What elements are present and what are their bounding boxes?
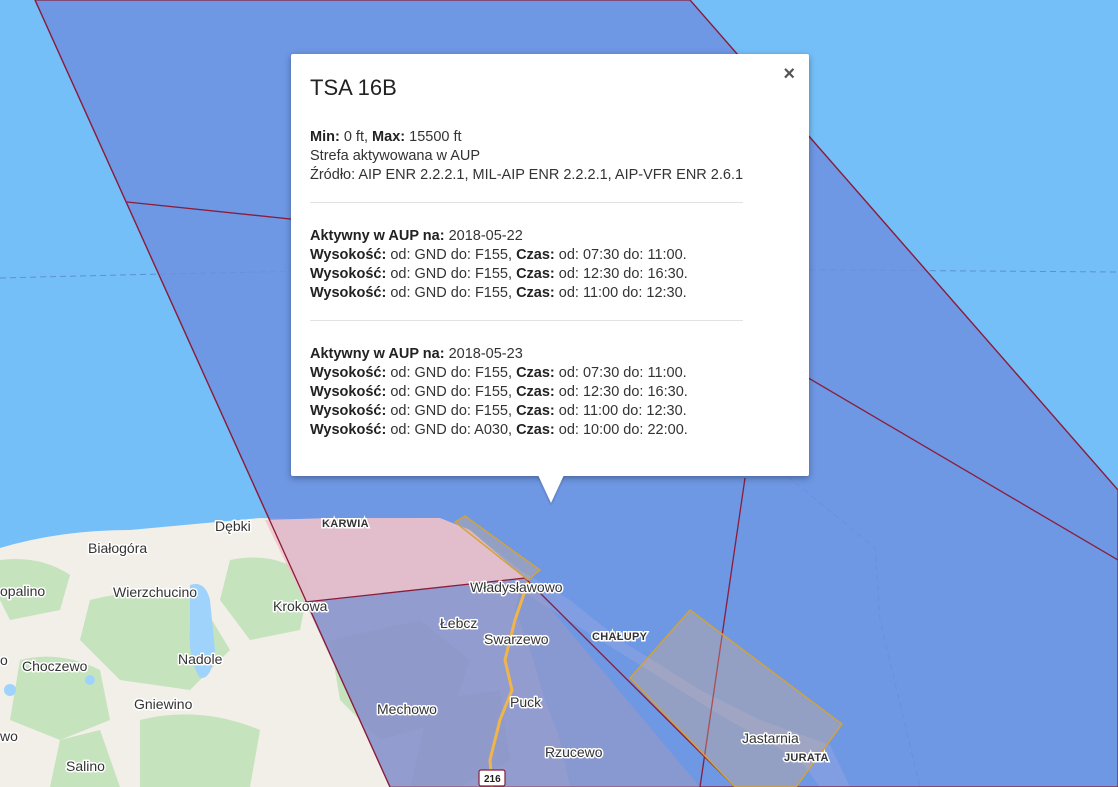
time-label: Czas: (516, 384, 555, 400)
height-label: Wysokość: (310, 384, 387, 400)
altitude-limits: Min: 0 ft, Max: 15500 ft (310, 128, 789, 147)
time-value: od: 07:30 do: 11:00. (558, 365, 687, 381)
height-label: Wysokość: (310, 266, 387, 282)
place-mechowo: Mechowo (377, 701, 437, 717)
time-value: od: 11:00 do: 12:30. (558, 403, 687, 419)
place-partial-o: o (0, 652, 8, 668)
lake (4, 684, 16, 696)
place-partial-wo: wo (0, 728, 18, 744)
height-label: Wysokość: (310, 403, 387, 419)
time-value: od: 10:00 do: 22:00. (558, 422, 688, 438)
place-nadole: Nadole (178, 651, 223, 667)
place-debki: Dębki (215, 518, 251, 534)
aup-date: 2018-05-23 (448, 346, 523, 362)
activation-row: Wysokość: od: GND do: A030, Czas: od: 10… (310, 421, 789, 440)
place-chalupy: CHAŁUPY (592, 631, 648, 643)
place-salino: Salino (66, 758, 105, 774)
active-label: Aktywny w AUP na: (310, 228, 445, 244)
height-label: Wysokość: (310, 285, 387, 301)
place-swarzewo: Swarzewo (484, 631, 549, 647)
place-jastarnia: Jastarnia (742, 730, 799, 746)
time-label: Czas: (516, 422, 555, 438)
zone-info: Min: 0 ft, Max: 15500 ft Strefa aktywowa… (310, 128, 789, 185)
divider (310, 320, 743, 321)
lake (85, 675, 95, 685)
place-choczewo: Choczewo (22, 658, 88, 674)
place-gniewino: Gniewino (134, 696, 193, 712)
height-label: Wysokość: (310, 247, 387, 263)
time-label: Czas: (516, 365, 555, 381)
place-lebcz: Łebcz (440, 615, 477, 631)
place-rzucewo: Rzucewo (545, 744, 603, 760)
time-value: od: 12:30 do: 16:30. (558, 384, 688, 400)
place-wierzchucino: Wierzchucino (113, 584, 197, 600)
time-label: Czas: (516, 403, 555, 419)
active-label: Aktywny w AUP na: (310, 346, 445, 362)
time-value: od: 11:00 do: 12:30. (558, 285, 687, 301)
height-label: Wysokość: (310, 422, 387, 438)
zone-info-popup: × TSA 16B Min: 0 ft, Max: 15500 ft Stref… (291, 54, 809, 476)
height-value: od: GND do: F155, (390, 266, 513, 282)
activation-row: Wysokość: od: GND do: F155, Czas: od: 12… (310, 265, 789, 284)
time-value: od: 07:30 do: 11:00. (558, 247, 687, 263)
activation-row: Wysokość: od: GND do: F155, Czas: od: 07… (310, 246, 789, 265)
aup-date-line: Aktywny w AUP na: 2018-05-23 (310, 345, 789, 364)
place-opalino: opalino (0, 583, 45, 599)
min-value: 0 ft, (343, 129, 369, 145)
close-icon[interactable]: × (783, 64, 795, 84)
zone-status: Strefa aktywowana w AUP (310, 148, 481, 164)
activation-row: Wysokość: od: GND do: F155, Czas: od: 11… (310, 402, 789, 421)
time-value: od: 12:30 do: 16:30. (558, 266, 688, 282)
place-karwia: KARWIA (322, 518, 369, 530)
max-value: 15500 ft (409, 129, 462, 145)
road-216-label: 216 (484, 774, 501, 785)
activation-row: Wysokość: od: GND do: F155, Czas: od: 11… (310, 284, 789, 303)
zone-source: Źródło: AIP ENR 2.2.2.1, MIL-AIP ENR 2.2… (310, 167, 744, 183)
place-wladyslawowo: Władysławowo (470, 579, 563, 595)
aup-date: 2018-05-22 (448, 228, 523, 244)
activation-row: Wysokość: od: GND do: F155, Czas: od: 07… (310, 364, 789, 383)
height-value: od: GND do: F155, (390, 365, 513, 381)
aup-day-2: Aktywny w AUP na: 2018-05-23 Wysokość: o… (310, 345, 789, 440)
popup-pointer (538, 475, 564, 503)
height-value: od: GND do: F155, (390, 384, 513, 400)
height-label: Wysokość: (310, 365, 387, 381)
divider (310, 202, 743, 203)
aup-date-line: Aktywny w AUP na: 2018-05-22 (310, 227, 789, 246)
aup-day-1: Aktywny w AUP na: 2018-05-22 Wysokość: o… (310, 227, 789, 303)
place-puck: Puck (510, 694, 542, 710)
time-label: Czas: (516, 247, 555, 263)
max-label: Max: (372, 129, 406, 145)
height-value: od: GND do: F155, (390, 247, 513, 263)
place-jurata: JURATA (784, 752, 829, 764)
place-bialogora: Białogóra (88, 540, 147, 556)
height-value: od: GND do: F155, (390, 403, 513, 419)
time-label: Czas: (516, 285, 555, 301)
time-label: Czas: (516, 266, 555, 282)
place-krokowa: Krokowa (273, 598, 328, 614)
height-value: od: GND do: F155, (390, 285, 513, 301)
min-label: Min: (310, 129, 340, 145)
height-value: od: GND do: A030, (390, 422, 513, 438)
activation-row: Wysokość: od: GND do: F155, Czas: od: 12… (310, 383, 789, 402)
popup-title: TSA 16B (310, 75, 397, 100)
